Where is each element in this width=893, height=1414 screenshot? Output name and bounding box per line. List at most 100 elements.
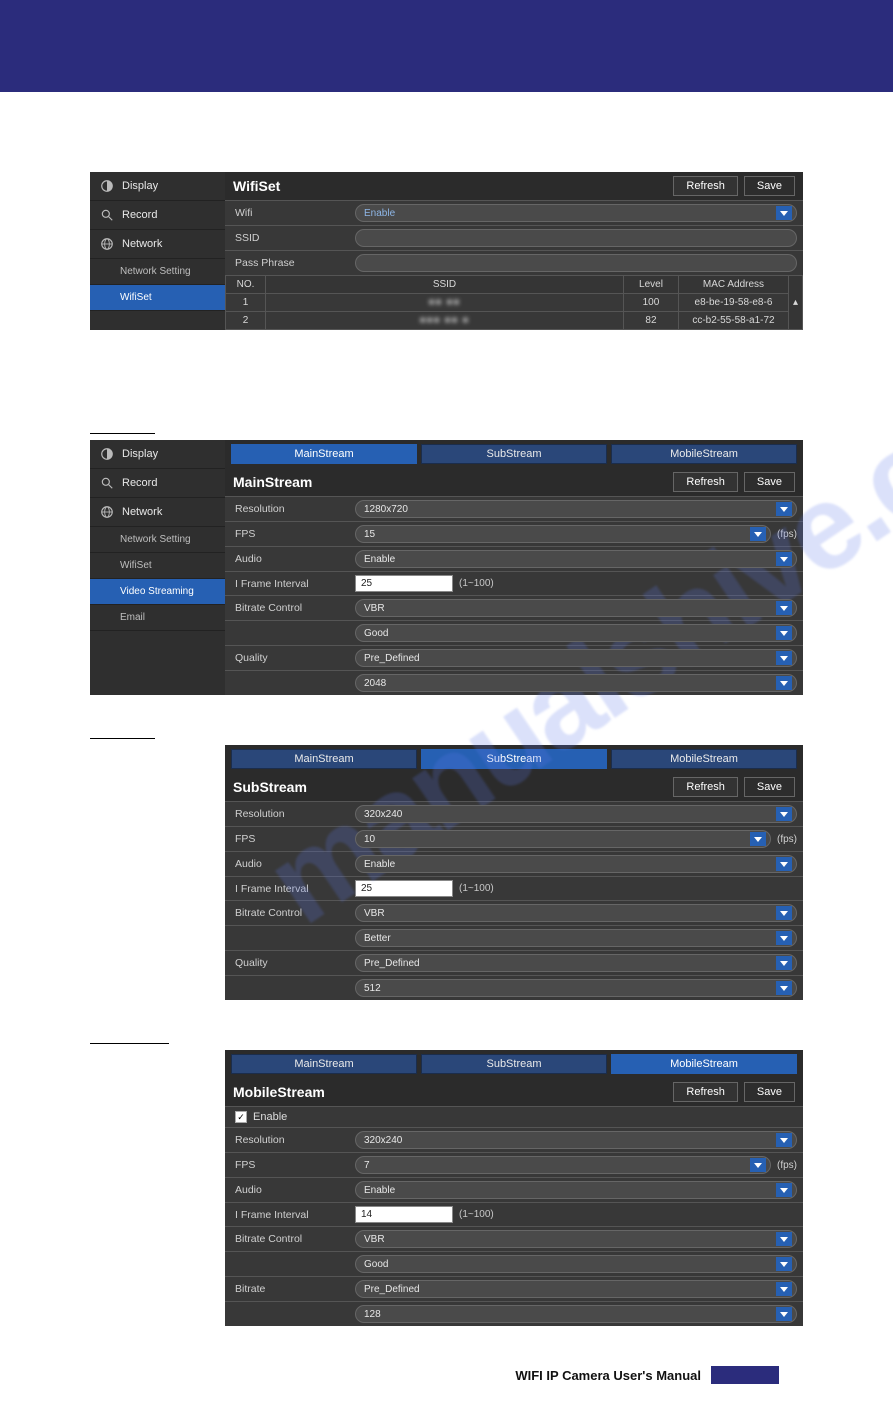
iframe-label: I Frame Interval (235, 578, 355, 590)
iframe-input[interactable]: 14 (355, 1206, 453, 1223)
sidebar-item-network-setting[interactable]: Network Setting (90, 259, 225, 285)
scrollbar[interactable]: ▴ (788, 276, 802, 330)
audio-label: Audio (235, 553, 355, 565)
sidebar-item-record[interactable]: Record (90, 201, 225, 230)
save-button[interactable]: Save (744, 472, 795, 492)
sidebar-item-network[interactable]: Network (90, 498, 225, 527)
iframe-hint: (1~100) (459, 883, 494, 894)
bitrate-control-select[interactable]: VBR (355, 1230, 797, 1248)
chevron-down-icon (776, 1133, 792, 1147)
quality-select[interactable]: Pre_Defined (355, 649, 797, 667)
bitrate-control-label: Bitrate Control (235, 1233, 355, 1245)
tab-mobilestream[interactable]: MobileStream (611, 1054, 797, 1074)
chevron-down-icon (776, 626, 792, 640)
save-button[interactable]: Save (744, 777, 795, 797)
sidebar-item-video-streaming[interactable]: Video Streaming (90, 579, 225, 605)
sidebar-item-record[interactable]: Record (90, 469, 225, 498)
chevron-down-icon (776, 931, 792, 945)
refresh-button[interactable]: Refresh (673, 472, 738, 492)
chevron-down-icon (750, 832, 766, 846)
pass-row: Pass Phrase (225, 250, 803, 275)
section-title-main (90, 416, 155, 434)
quality-select[interactable]: Pre_Defined (355, 954, 797, 972)
ssid-row: SSID (225, 225, 803, 250)
panel-header: MainStream Refresh Save (225, 468, 803, 496)
bitrate-label: Bitrate (235, 1283, 355, 1295)
save-button[interactable]: Save (744, 1082, 795, 1102)
sidebar-item-label: WifiSet (120, 292, 152, 303)
tab-mobilestream[interactable]: MobileStream (611, 444, 797, 464)
iframe-input[interactable]: 25 (355, 575, 453, 592)
refresh-button[interactable]: Refresh (673, 1082, 738, 1102)
wifi-select[interactable]: Enable (355, 204, 797, 222)
fps-label: FPS (235, 528, 355, 540)
chevron-down-icon (776, 807, 792, 821)
tab-mainstream[interactable]: MainStream (231, 444, 417, 464)
refresh-button[interactable]: Refresh (673, 176, 738, 196)
fps-select[interactable]: 7 (355, 1156, 771, 1174)
iframe-input[interactable]: 25 (355, 880, 453, 897)
footer-text: WIFI IP Camera User's Manual (515, 1368, 701, 1383)
chevron-down-icon (750, 1158, 766, 1172)
bitrate-control-select[interactable]: VBR (355, 904, 797, 922)
sidebar: Display Record Network Network Setting W… (90, 172, 225, 330)
tab-mobilestream[interactable]: MobileStream (611, 749, 797, 769)
fps-label: FPS (235, 833, 355, 845)
bitrate-control-select[interactable]: VBR (355, 599, 797, 617)
sidebar-item-label: Display (122, 448, 158, 460)
enable-checkbox[interactable]: ✓ (235, 1111, 247, 1123)
panel-header: SubStream Refresh Save (225, 773, 803, 801)
quality-preset-select[interactable]: Good (355, 1255, 797, 1273)
chevron-down-icon (776, 1282, 792, 1296)
tab-substream[interactable]: SubStream (421, 1054, 607, 1074)
table-row[interactable]: 1 ■■ ■■ 100 e8-be-19-58-e8-6 (226, 294, 803, 312)
save-button[interactable]: Save (744, 176, 795, 196)
fps-unit: (fps) (777, 834, 797, 845)
sidebar-item-label: Record (122, 209, 157, 221)
enable-label: Enable (253, 1111, 287, 1123)
panel-title: MainStream (233, 474, 667, 490)
ssid-input[interactable] (355, 229, 797, 247)
stream-tabs: MainStream SubStream MobileStream (225, 440, 803, 468)
table-row[interactable]: 2 ■■■ ■■ ■ 82 cc-b2-55-58-a1-72 (226, 312, 803, 330)
fps-select[interactable]: 15 (355, 525, 771, 543)
sidebar-item-network[interactable]: Network (90, 230, 225, 259)
refresh-button[interactable]: Refresh (673, 777, 738, 797)
sidebar: Display Record Network Network Setting W… (90, 440, 225, 695)
tab-mainstream[interactable]: MainStream (231, 749, 417, 769)
resolution-select[interactable]: 320x240 (355, 805, 797, 823)
sidebar-item-display[interactable]: Display (90, 440, 225, 469)
sidebar-item-email[interactable]: Email (90, 605, 225, 631)
bitrate-select[interactable]: 512 (355, 979, 797, 997)
sidebar-item-wifiset[interactable]: WifiSet (90, 285, 225, 311)
sidebar-item-label: Network (122, 506, 162, 518)
fps-label: FPS (235, 1159, 355, 1171)
quality-select[interactable]: Pre_Defined (355, 1280, 797, 1298)
pass-input[interactable] (355, 254, 797, 272)
audio-select[interactable]: Enable (355, 1181, 797, 1199)
tab-mainstream[interactable]: MainStream (231, 1054, 417, 1074)
tab-substream[interactable]: SubStream (421, 444, 607, 464)
audio-select[interactable]: Enable (355, 550, 797, 568)
sidebar-item-wifiset[interactable]: WifiSet (90, 553, 225, 579)
section-title-mobile (90, 1026, 169, 1044)
chevron-down-icon (776, 1307, 792, 1321)
audio-select[interactable]: Enable (355, 855, 797, 873)
bitrate-select[interactable]: 128 (355, 1305, 797, 1323)
bitrate-select[interactable]: 2048 (355, 674, 797, 692)
mobilestream-main: MainStream SubStream MobileStream Mobile… (225, 1050, 803, 1326)
quality-preset-select[interactable]: Better (355, 929, 797, 947)
substream-panel: MainStream SubStream MobileStream SubStr… (225, 745, 803, 1000)
enable-row[interactable]: ✓ Enable (225, 1106, 803, 1127)
quality-preset-select[interactable]: Good (355, 624, 797, 642)
sidebar-item-network-setting[interactable]: Network Setting (90, 527, 225, 553)
fps-select[interactable]: 10 (355, 830, 771, 848)
resolution-select[interactable]: 1280x720 (355, 500, 797, 518)
tab-substream[interactable]: SubStream (421, 749, 607, 769)
iframe-label: I Frame Interval (235, 1209, 355, 1221)
substream-main: MainStream SubStream MobileStream SubStr… (225, 745, 803, 1000)
section-title-sub (90, 721, 155, 739)
sidebar-item-display[interactable]: Display (90, 172, 225, 201)
resolution-select[interactable]: 320x240 (355, 1131, 797, 1149)
display-icon (100, 179, 114, 193)
